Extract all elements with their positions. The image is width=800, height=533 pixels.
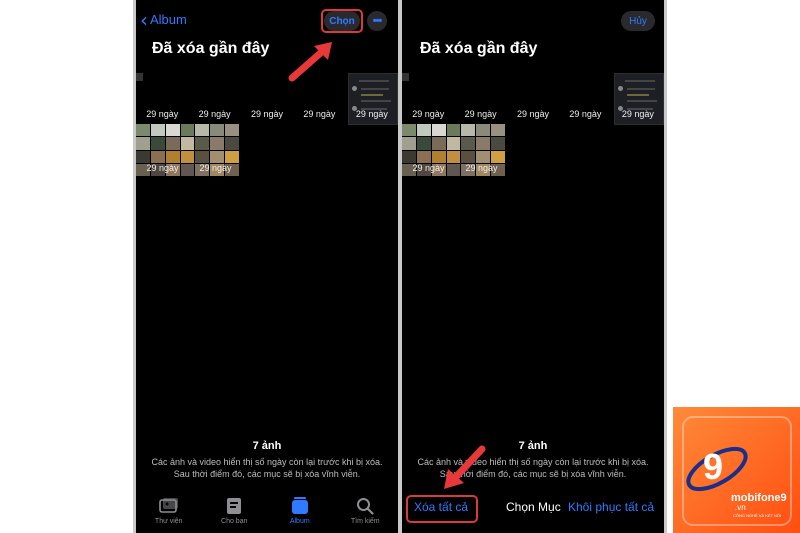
days-label: 29 ngày (303, 109, 336, 119)
cancel-button[interactable]: Hủy (621, 11, 655, 31)
days-label: 29 ngày (464, 109, 497, 119)
days-remaining-row: 29 ngày 29 ngày (136, 163, 242, 173)
album-icon (291, 497, 309, 515)
search-icon (356, 497, 374, 515)
days-label: 29 ngày (251, 109, 284, 119)
tab-for-you[interactable]: Cho bạn (202, 493, 268, 533)
tab-label: Thư viện (154, 518, 183, 525)
svg-text:CÔNG NGHỆ VÀ KẾT NỐI: CÔNG NGHỆ VÀ KẾT NỐI (733, 513, 781, 518)
days-label: 29 ngày (465, 163, 498, 173)
photo-library-icon (158, 497, 179, 515)
days-label: 29 ngày (517, 109, 550, 119)
days-label: 29 ngày (412, 163, 445, 173)
days-label: 29 ngày (355, 109, 388, 119)
chevron-left-icon: ‹ (140, 7, 148, 32)
tab-label: Cho bạn (221, 518, 248, 525)
more-icon[interactable]: ••• (367, 11, 387, 31)
svg-text:.vn: .vn (735, 503, 746, 512)
tab-album[interactable]: Album (267, 493, 333, 533)
pointer-arrow-icon (288, 42, 332, 82)
back-label: Album (150, 12, 187, 27)
back-button[interactable]: ‹ Album (140, 7, 187, 32)
choose-items-label: Chọn Mục (506, 500, 561, 514)
scroll-edge-indicator (136, 73, 143, 81)
days-remaining-row: 29 ngày 29 ngày 29 ngày 29 ngày 29 ngày (402, 109, 664, 119)
screen-frame-right (664, 0, 667, 533)
right-screen: Hủy Đã xóa gần đây 29 ngày 29 ngày 29 ng… (402, 0, 664, 533)
days-label: 29 ngày (146, 163, 179, 173)
note-line: Các ảnh và video hiển thị số ngày còn lạ… (151, 457, 383, 467)
photo-count: 7 ảnh (252, 440, 282, 452)
left-screen: ‹ Album Chọn ••• Đã xóa gần đây 29 ngày … (136, 0, 398, 533)
days-remaining-row: 29 ngày 29 ngày 29 ngày 29 ngày 29 ngày (136, 109, 398, 119)
days-label: 29 ngày (199, 163, 232, 173)
tab-bar: Thư viện Cho bạn Album Tìm kiếm (136, 493, 398, 533)
days-label: 29 ngày (621, 109, 654, 119)
days-label: 29 ngày (569, 109, 602, 119)
tab-search[interactable]: Tìm kiếm (333, 493, 399, 533)
days-label: 29 ngày (198, 109, 231, 119)
tab-library[interactable]: Thư viện (136, 493, 202, 533)
for-you-icon (226, 497, 242, 515)
days-label: 29 ngày (412, 109, 445, 119)
page-title: Đã xóa gần đây (152, 40, 270, 57)
deletion-note: Các ảnh và video hiển thị số ngày còn lạ… (136, 456, 398, 480)
scroll-edge-indicator (402, 73, 409, 81)
mobifone-logo: 9 mobifone9 .vn CÔNG NGHỆ VÀ KẾT NỐI (673, 407, 800, 533)
logo-graphic: 9 mobifone9 .vn CÔNG NGHỆ VÀ KẾT NỐI (673, 407, 800, 533)
recover-all-button[interactable]: Khôi phục tất cả (568, 500, 654, 514)
note-line: Sau thời điểm đó, các mục sẽ bị xóa vĩnh… (173, 469, 361, 479)
select-highlight-box (321, 9, 363, 33)
page-title: Đã xóa gần đây (420, 40, 538, 57)
pointer-arrow-icon (444, 445, 486, 489)
tab-label: Album (289, 518, 310, 525)
days-label: 29 ngày (146, 109, 179, 119)
delete-all-highlight-box (406, 495, 478, 523)
tab-label: Tìm kiếm (350, 518, 380, 525)
days-remaining-row: 29 ngày 29 ngày (402, 163, 508, 173)
svg-text:9: 9 (703, 446, 723, 487)
